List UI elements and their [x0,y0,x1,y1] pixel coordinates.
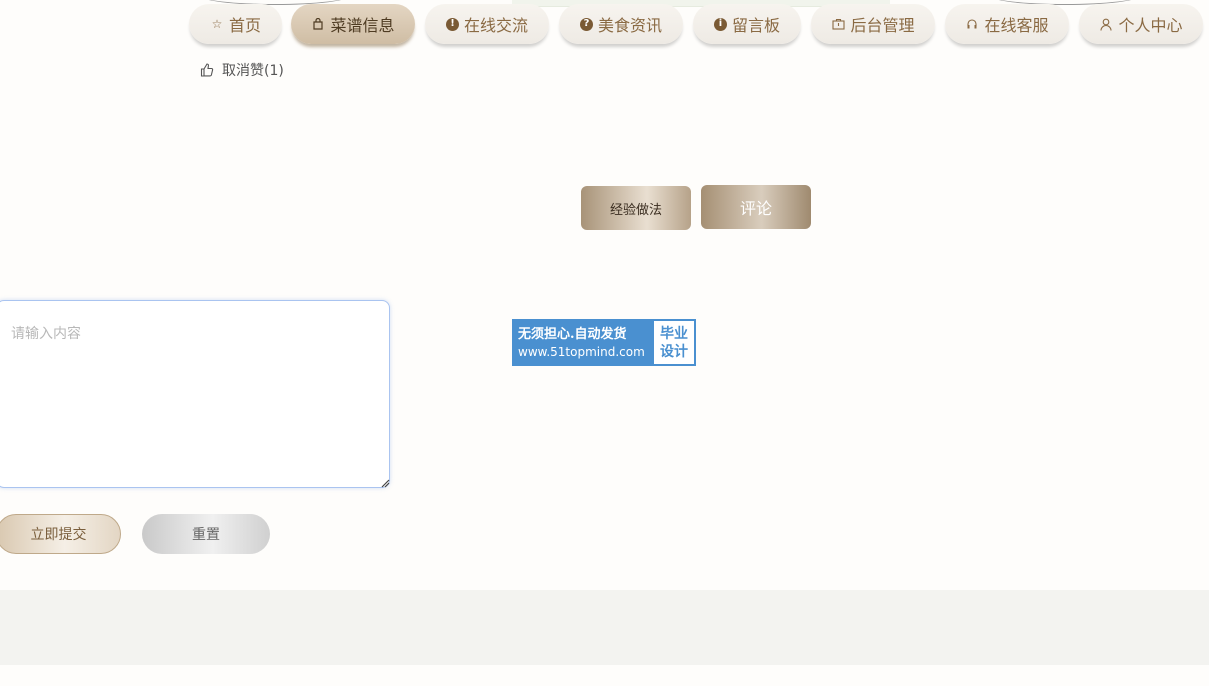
nav-item-label: 在线交流 [463,16,528,35]
comment-input[interactable] [0,300,390,488]
nav-item-label: 菜谱信息 [330,16,395,35]
nav-item-messages[interactable]: i 留言板 [693,4,801,44]
watermark-badge-label: 毕业 设计 [654,321,694,364]
watermark-line2: www.51topmind.com [518,344,645,359]
tab-method[interactable]: 经验做法 [581,186,691,230]
unlike-label: 取消赞(1) [222,63,284,79]
nav-item-label: 留言板 [731,16,780,35]
tab-comment[interactable]: 评论 [701,185,811,229]
star-icon: ☆ [211,17,223,31]
nav-item-news[interactable]: ? 美食资讯 [559,4,683,44]
thumb-up-icon [200,63,214,77]
watermark-badge-line1: 毕业 [660,325,688,342]
reset-button[interactable]: 重置 [142,514,270,554]
resize-grip-icon[interactable] [380,478,390,488]
watermark-line1: 无须担心.自动发货 [518,326,627,342]
footer [0,590,1209,665]
nav-item-home[interactable]: ☆ 首页 [189,4,282,44]
nav-item-recipes[interactable]: 菜谱信息 [291,4,415,44]
nav-item-label: 首页 [228,16,261,35]
nav-item-profile[interactable]: 个人中心 [1079,4,1203,44]
bag-icon [311,17,325,31]
nav-item-support[interactable]: 在线客服 [945,4,1069,44]
briefcase-icon [831,17,845,31]
user-icon [1099,17,1113,31]
exclamation-circle-icon: ! [445,17,459,31]
main-nav: ☆ 首页 菜谱信息 ! 在线交流 ? 美食资讯 i 留言板 后台管理 在线客服 … [0,4,1209,50]
nav-item-admin[interactable]: 后台管理 [811,4,935,44]
watermark-badge-line2: 设计 [660,343,688,360]
unlike-button[interactable]: 取消赞(1) [200,60,284,80]
info-circle-icon: i [713,17,727,31]
question-circle-icon: ? [579,17,593,31]
nav-item-label: 后台管理 [850,16,915,35]
headset-icon [965,17,979,31]
nav-item-label: 美食资讯 [597,16,662,35]
watermark-badge: 无须担心.自动发货 www.51topmind.com 毕业 设计 [512,319,696,366]
watermark-text-block: 无须担心.自动发货 www.51topmind.com [514,321,654,364]
nav-item-label: 在线客服 [984,16,1049,35]
nav-item-label: 个人中心 [1118,16,1183,35]
submit-button[interactable]: 立即提交 [0,514,121,554]
nav-item-forum[interactable]: ! 在线交流 [425,4,549,44]
